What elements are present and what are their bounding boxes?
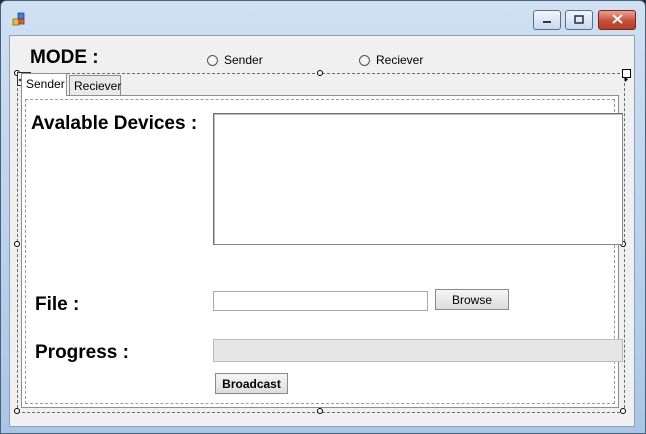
radio-circle-icon[interactable] xyxy=(359,54,370,66)
minimize-button[interactable] xyxy=(533,10,561,30)
file-path-input[interactable] xyxy=(213,291,428,311)
resize-handle[interactable] xyxy=(317,70,323,76)
resize-handle[interactable] xyxy=(620,408,626,414)
smart-tag-arrow-icon[interactable] xyxy=(622,69,631,82)
title-bar[interactable] xyxy=(1,1,645,31)
radio-receiver-label: Reciever xyxy=(376,53,424,67)
form-client-area: MODE : Sender Reciever Sender Reciever A… xyxy=(9,35,635,427)
radio-receiver[interactable]: Reciever xyxy=(359,53,423,67)
resize-handle[interactable] xyxy=(317,408,323,414)
file-label: File : xyxy=(35,294,80,315)
maximize-icon xyxy=(574,11,584,29)
tab-sender[interactable]: Sender xyxy=(21,73,67,96)
browse-button[interactable]: Browse xyxy=(435,289,509,310)
radio-sender-label: Sender xyxy=(224,53,263,67)
radio-circle-icon[interactable] xyxy=(207,54,218,66)
mode-label: MODE : xyxy=(30,47,99,68)
close-button[interactable] xyxy=(598,10,636,30)
resize-handle[interactable] xyxy=(14,241,20,247)
resize-handle[interactable] xyxy=(14,408,20,414)
tab-receiver[interactable]: Reciever xyxy=(69,75,121,96)
progress-label: Progress : xyxy=(35,342,129,363)
available-devices-label: Avalable Devices : xyxy=(31,113,198,134)
available-devices-list[interactable] xyxy=(213,113,623,245)
radio-sender[interactable]: Sender xyxy=(207,53,263,67)
minimize-icon xyxy=(542,11,552,29)
sender-tab-page: Avalable Devices : File : Browse Progres… xyxy=(21,95,623,408)
broadcast-button[interactable]: Broadcast xyxy=(215,373,288,394)
close-icon xyxy=(611,11,623,29)
app-window: MODE : Sender Reciever Sender Reciever A… xyxy=(0,0,646,434)
maximize-button[interactable] xyxy=(565,10,593,30)
progress-bar xyxy=(213,339,623,362)
app-icon xyxy=(12,12,26,26)
